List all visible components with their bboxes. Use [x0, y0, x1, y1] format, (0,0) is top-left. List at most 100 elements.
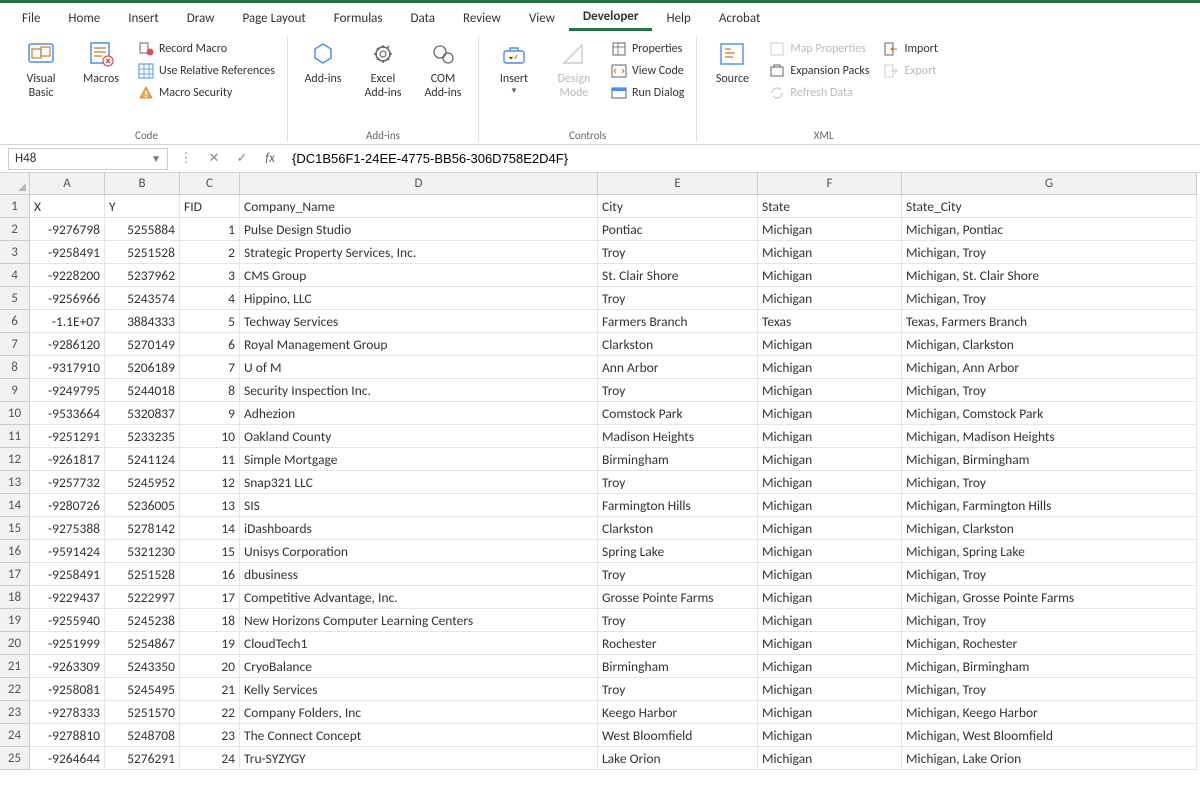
- view-code-button[interactable]: View Code: [607, 61, 688, 81]
- cell[interactable]: West Bloomfield: [598, 724, 758, 747]
- cell[interactable]: FID: [180, 195, 240, 218]
- cell[interactable]: -9251291: [30, 425, 105, 448]
- cell[interactable]: -9276798: [30, 218, 105, 241]
- cell[interactable]: -9228200: [30, 264, 105, 287]
- cell[interactable]: Michigan: [758, 540, 902, 563]
- col-header-G[interactable]: G: [902, 173, 1197, 195]
- cell[interactable]: Grosse Pointe Farms: [598, 586, 758, 609]
- cell[interactable]: 5254867: [105, 632, 180, 655]
- macros-button[interactable]: Macros: [74, 37, 128, 88]
- cell[interactable]: 5233235: [105, 425, 180, 448]
- formula-input[interactable]: [284, 145, 1200, 172]
- cell[interactable]: New Horizons Computer Learning Centers: [240, 609, 598, 632]
- menu-review[interactable]: Review: [449, 7, 515, 30]
- cell[interactable]: Michigan: [758, 448, 902, 471]
- cell[interactable]: Troy: [598, 563, 758, 586]
- cell[interactable]: Michigan: [758, 655, 902, 678]
- cell[interactable]: 17: [180, 586, 240, 609]
- cell[interactable]: Michigan: [758, 701, 902, 724]
- cell[interactable]: Michigan, Comstock Park: [902, 402, 1197, 425]
- cell[interactable]: 6: [180, 333, 240, 356]
- row-header-7[interactable]: 7: [0, 333, 30, 356]
- cell[interactable]: Troy: [598, 241, 758, 264]
- row-header-15[interactable]: 15: [0, 517, 30, 540]
- cell[interactable]: Michigan: [758, 609, 902, 632]
- cell[interactable]: Michigan, Troy: [902, 563, 1197, 586]
- cell[interactable]: Ann Arbor: [598, 356, 758, 379]
- cell[interactable]: Michigan, Rochester: [902, 632, 1197, 655]
- cell[interactable]: Michigan: [758, 425, 902, 448]
- excel-addins-button[interactable]: Excel Add-ins: [356, 37, 410, 102]
- row-header-5[interactable]: 5: [0, 287, 30, 310]
- cell[interactable]: Troy: [598, 287, 758, 310]
- cell[interactable]: Madison Heights: [598, 425, 758, 448]
- cell[interactable]: Michigan, Clarkston: [902, 517, 1197, 540]
- cell[interactable]: Troy: [598, 471, 758, 494]
- cell[interactable]: dbusiness: [240, 563, 598, 586]
- row-header-8[interactable]: 8: [0, 356, 30, 379]
- cell[interactable]: 5276291: [105, 747, 180, 770]
- cell[interactable]: Michigan: [758, 586, 902, 609]
- cell[interactable]: Birmingham: [598, 655, 758, 678]
- cell[interactable]: 7: [180, 356, 240, 379]
- cell[interactable]: Adhezion: [240, 402, 598, 425]
- cell[interactable]: Michigan, Troy: [902, 678, 1197, 701]
- cell[interactable]: Tru-SYZYGY: [240, 747, 598, 770]
- cell[interactable]: Strategic Property Services, Inc.: [240, 241, 598, 264]
- cell[interactable]: Michigan, West Bloomfield: [902, 724, 1197, 747]
- row-header-12[interactable]: 12: [0, 448, 30, 471]
- row-header-9[interactable]: 9: [0, 379, 30, 402]
- cell[interactable]: -9278810: [30, 724, 105, 747]
- cell[interactable]: Michigan: [758, 632, 902, 655]
- cell[interactable]: Texas, Farmers Branch: [902, 310, 1197, 333]
- cell[interactable]: Michigan, Troy: [902, 609, 1197, 632]
- menu-page-layout[interactable]: Page Layout: [228, 7, 319, 30]
- com-addins-button[interactable]: COM Add-ins: [416, 37, 470, 102]
- cell[interactable]: -9258081: [30, 678, 105, 701]
- row-header-17[interactable]: 17: [0, 563, 30, 586]
- cell[interactable]: Lake Orion: [598, 747, 758, 770]
- cell[interactable]: Michigan, Farmington Hills: [902, 494, 1197, 517]
- cell[interactable]: Michigan, Troy: [902, 471, 1197, 494]
- cell[interactable]: Farmington Hills: [598, 494, 758, 517]
- cell[interactable]: Y: [105, 195, 180, 218]
- visual-basic-button[interactable]: Visual Basic: [14, 37, 68, 102]
- cell[interactable]: 5321230: [105, 540, 180, 563]
- fx-button[interactable]: fx: [256, 145, 284, 173]
- row-header-19[interactable]: 19: [0, 609, 30, 632]
- menu-help[interactable]: Help: [652, 7, 704, 30]
- cell[interactable]: 10: [180, 425, 240, 448]
- cell[interactable]: 5251570: [105, 701, 180, 724]
- formula-options-button[interactable]: ⋮: [172, 145, 200, 173]
- cell[interactable]: Kelly Services: [240, 678, 598, 701]
- cell[interactable]: Michigan: [758, 356, 902, 379]
- cell[interactable]: 5248708: [105, 724, 180, 747]
- cell[interactable]: Competitive Advantage, Inc.: [240, 586, 598, 609]
- cell[interactable]: 1: [180, 218, 240, 241]
- cell[interactable]: 24: [180, 747, 240, 770]
- cell[interactable]: The Connect Concept: [240, 724, 598, 747]
- cell[interactable]: Michigan: [758, 563, 902, 586]
- col-header-F[interactable]: F: [758, 173, 902, 195]
- cell[interactable]: 16: [180, 563, 240, 586]
- cell[interactable]: Michigan, Madison Heights: [902, 425, 1197, 448]
- row-header-21[interactable]: 21: [0, 655, 30, 678]
- cell[interactable]: 5236005: [105, 494, 180, 517]
- cell[interactable]: U of M: [240, 356, 598, 379]
- cell[interactable]: 4: [180, 287, 240, 310]
- row-header-23[interactable]: 23: [0, 701, 30, 724]
- cell[interactable]: Company_Name: [240, 195, 598, 218]
- cell[interactable]: Michigan: [758, 287, 902, 310]
- col-header-B[interactable]: B: [105, 173, 180, 195]
- menu-data[interactable]: Data: [397, 7, 450, 30]
- cell[interactable]: 5255884: [105, 218, 180, 241]
- cell[interactable]: Farmers Branch: [598, 310, 758, 333]
- col-header-E[interactable]: E: [598, 173, 758, 195]
- select-all-corner[interactable]: [0, 173, 30, 195]
- cell[interactable]: Michigan, Troy: [902, 241, 1197, 264]
- row-header-22[interactable]: 22: [0, 678, 30, 701]
- cell[interactable]: Michigan, Pontiac: [902, 218, 1197, 241]
- row-header-16[interactable]: 16: [0, 540, 30, 563]
- addins-button[interactable]: Add-ins: [296, 37, 350, 88]
- row-header-20[interactable]: 20: [0, 632, 30, 655]
